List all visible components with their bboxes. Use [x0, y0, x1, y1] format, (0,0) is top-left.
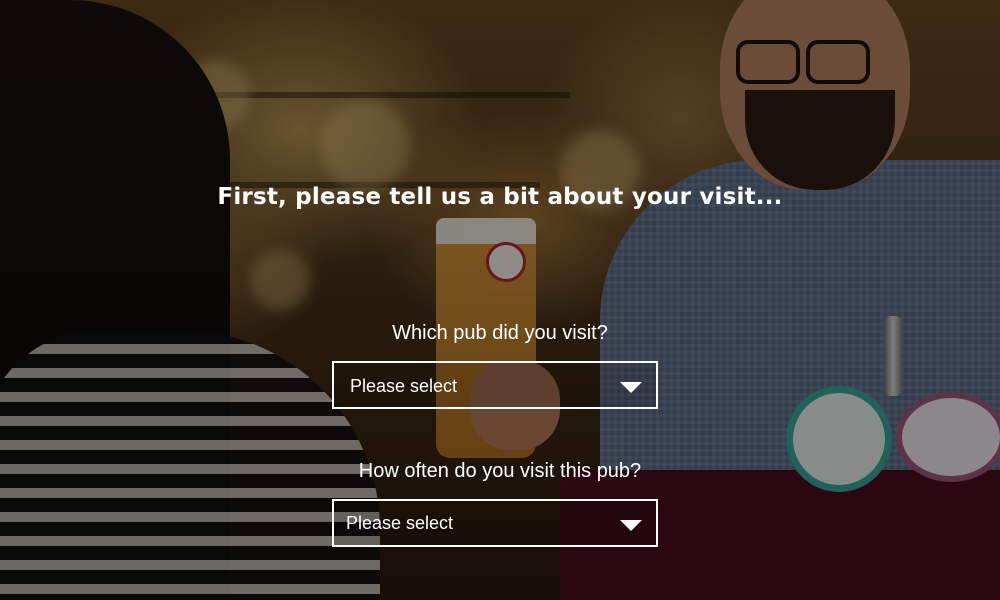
- frequency-select[interactable]: Please select: [332, 499, 658, 547]
- chevron-down-icon: [620, 382, 642, 393]
- form-heading: First, please tell us a bit about your v…: [217, 184, 783, 210]
- pub-select-value: Please select: [350, 376, 458, 396]
- frequency-select-value: Please select: [346, 513, 454, 533]
- frequency-question-label: How often do you visit this pub?: [358, 460, 642, 482]
- visit-form: First, please tell us a bit about your v…: [0, 0, 1000, 600]
- pub-question-label: Which pub did you visit?: [392, 322, 608, 344]
- pub-select[interactable]: Please select: [332, 361, 658, 409]
- chevron-down-icon: [620, 520, 642, 531]
